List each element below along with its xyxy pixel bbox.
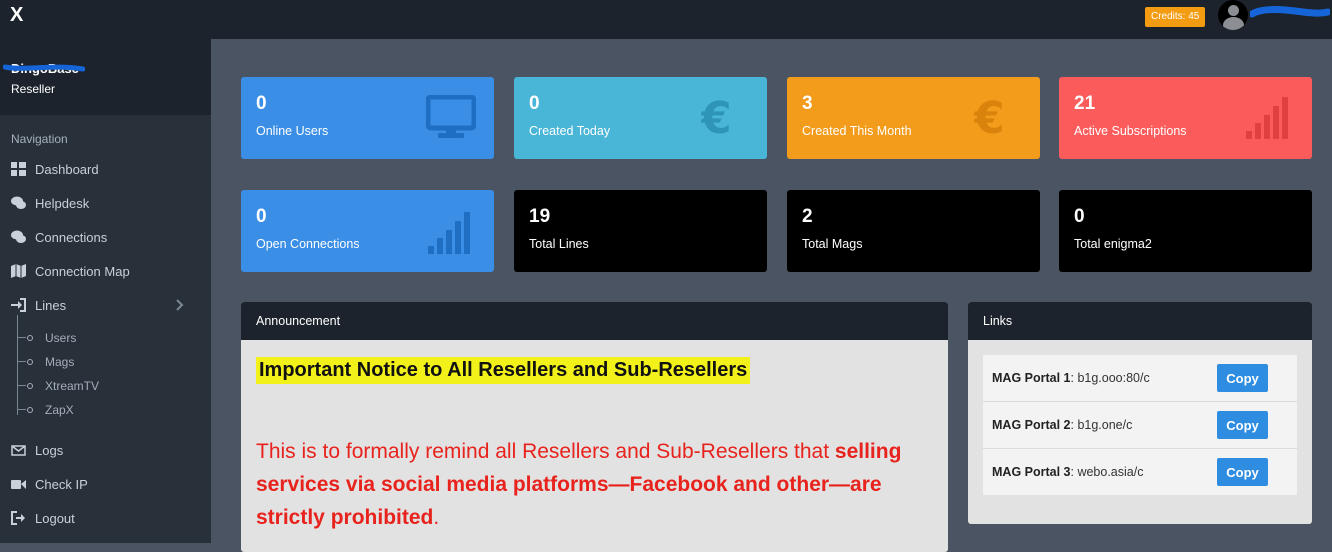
brand-logo[interactable]: X (10, 4, 23, 27)
monitor-icon (426, 95, 476, 138)
stat-label: Open Connections (256, 237, 360, 251)
announcement-body-end: . (433, 506, 440, 529)
sidebar-subitem-label: ZapX (45, 403, 74, 417)
sidebar-item-label: Connections (35, 230, 108, 245)
stat-value: 3 (802, 93, 813, 114)
sidebar-item-label: Helpdesk (35, 196, 90, 211)
logout-icon (11, 511, 25, 525)
stat-value: 2 (802, 206, 813, 227)
stat-value: 0 (529, 93, 540, 114)
stat-label: Total enigma2 (1074, 237, 1152, 251)
stat-card-online-users[interactable]: 0 Online Users (241, 77, 494, 159)
sidebar: DingoBase Reseller Navigation Dashboard … (0, 39, 211, 543)
comments-icon (11, 230, 26, 243)
stat-card-open-connections[interactable]: 0 Open Connections (241, 190, 494, 272)
link-name: MAG Portal 1 (992, 371, 1071, 385)
avatar[interactable] (1218, 0, 1248, 30)
copy-button[interactable]: Copy (1217, 458, 1268, 486)
map-icon (11, 264, 26, 278)
nav-heading: Navigation (11, 132, 68, 146)
announcement-body-intro: This is to formally remind all Resellers… (256, 440, 835, 463)
sidebar-item-dashboard[interactable]: Dashboard (0, 158, 211, 182)
stat-value: 0 (256, 93, 267, 114)
links-heading: Links (968, 302, 1312, 340)
credits-badge: Credits: 45 (1145, 7, 1206, 27)
stat-card-total-enigma2[interactable]: 0 Total enigma2 (1059, 190, 1312, 272)
signal-bars-icon (1246, 97, 1288, 139)
stat-card-total-lines[interactable]: 19 Total Lines (514, 190, 767, 272)
sidebar-subitem-label: Users (45, 331, 77, 345)
stat-label: Total Lines (529, 237, 589, 251)
svg-text:€: € (974, 95, 1005, 139)
sidebar-item-label: Check IP (35, 477, 88, 492)
sidebar-item-label: Lines (35, 298, 67, 313)
video-camera-icon (11, 480, 26, 489)
copy-button[interactable]: Copy (1217, 411, 1268, 439)
sidebar-item-helpdesk[interactable]: Helpdesk (0, 192, 211, 216)
announcement-body: This is to formally remind all Resellers… (256, 435, 906, 534)
sidebar-item-connection-map[interactable]: Connection Map (0, 260, 211, 284)
link-row: MAG Portal 2: b1g.one/c Copy (983, 402, 1297, 449)
link-row: MAG Portal 1: b1g.ooo:80/c Copy (983, 355, 1297, 402)
link-url[interactable]: b1g.one/c (1077, 418, 1132, 432)
stat-card-active-subscriptions[interactable]: 21 Active Subscriptions (1059, 77, 1312, 159)
stat-value: 19 (529, 206, 551, 227)
stat-label: Created Today (529, 124, 611, 138)
sidebar-subitem-label: XtreamTV (45, 379, 100, 393)
redaction-scribble (3, 64, 85, 72)
svg-text:€: € (701, 95, 732, 139)
link-row: MAG Portal 3: webo.asia/c Copy (983, 449, 1297, 495)
sidebar-item-label: Dashboard (35, 162, 99, 177)
link-name: MAG Portal 3 (992, 465, 1071, 479)
stat-card-total-mags[interactable]: 2 Total Mags (787, 190, 1040, 272)
stat-label: Online Users (256, 124, 329, 138)
link-url[interactable]: webo.asia/c (1077, 465, 1143, 479)
stat-label: Total Mags (802, 237, 863, 251)
sidebar-item-logout[interactable]: Logout (0, 507, 211, 531)
copy-button[interactable]: Copy (1217, 364, 1268, 392)
announcement-panel: Announcement Important Notice to All Res… (241, 302, 948, 552)
top-bar: X Credits: 45 (0, 0, 1332, 39)
submenu-tree-line (17, 315, 20, 415)
euro-icon: € (701, 95, 732, 139)
stat-label: Created This Month (802, 124, 912, 138)
stat-value: 0 (1074, 206, 1085, 227)
user-role: Reseller (11, 82, 56, 96)
dashboard-icon (11, 162, 26, 176)
stat-card-created-today[interactable]: 0 Created Today € (514, 77, 767, 159)
user-box: DingoBase Reseller (0, 39, 211, 115)
redaction-scribble (1250, 5, 1330, 18)
links-table: MAG Portal 1: b1g.ooo:80/c Copy MAG Port… (983, 355, 1297, 495)
sidebar-item-connections[interactable]: Connections (0, 226, 211, 250)
stat-value: 0 (256, 206, 267, 227)
signal-bars-icon (428, 212, 470, 254)
stat-label: Active Subscriptions (1074, 124, 1187, 138)
comments-icon (11, 196, 26, 209)
stat-value: 21 (1074, 93, 1096, 114)
sign-in-icon (11, 298, 26, 312)
sidebar-item-label: Logout (35, 511, 75, 526)
sidebar-item-check-ip[interactable]: Check IP (0, 473, 211, 497)
sidebar-item-label: Logs (35, 443, 64, 458)
sidebar-subitem-label: Mags (45, 355, 75, 369)
sidebar-item-logs[interactable]: Logs (0, 439, 211, 463)
euro-icon: € (974, 95, 1005, 139)
link-name: MAG Portal 2 (992, 418, 1071, 432)
sidebar-item-label: Connection Map (35, 264, 130, 279)
links-panel: Links MAG Portal 1: b1g.ooo:80/c Copy MA… (968, 302, 1312, 524)
chevron-right-icon (176, 299, 184, 311)
announcement-title: Important Notice to All Resellers and Su… (256, 357, 751, 384)
stat-card-created-this-month[interactable]: 3 Created This Month € (787, 77, 1040, 159)
envelope-icon (11, 445, 26, 456)
sidebar-item-lines[interactable]: Lines (0, 294, 211, 318)
link-url[interactable]: b1g.ooo:80/c (1077, 371, 1149, 385)
announcement-heading: Announcement (241, 302, 948, 340)
